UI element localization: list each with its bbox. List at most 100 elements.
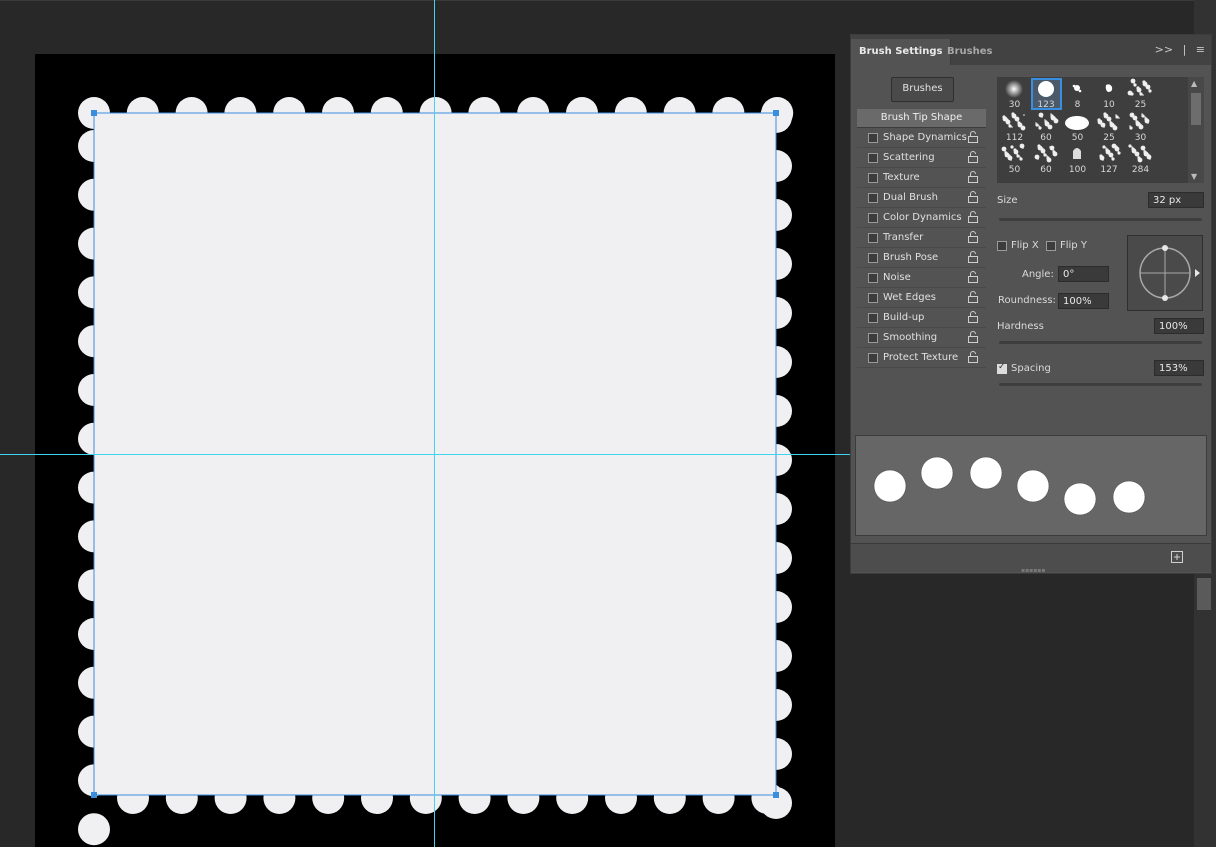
lock-icon[interactable]	[966, 310, 980, 324]
brush-preset-bristle[interactable]: 100	[1062, 143, 1093, 175]
document-canvas[interactable]	[35, 54, 835, 847]
scroll-down-icon[interactable]: ▼	[1191, 172, 1197, 181]
spacing-field[interactable]: 153%	[1154, 360, 1204, 376]
lock-icon[interactable]	[966, 150, 980, 164]
brush-preset-dry[interactable]: 50	[999, 143, 1030, 175]
roundness-field[interactable]: 100%	[1058, 293, 1109, 309]
option-label: Brush Pose	[883, 252, 939, 263]
size-slider-track[interactable]	[999, 218, 1202, 221]
brush-preset-soft[interactable]: 30	[999, 78, 1030, 110]
option-checkbox[interactable]	[868, 173, 878, 183]
option-transfer[interactable]: Transfer	[857, 228, 986, 248]
option-checkbox[interactable]	[868, 153, 878, 163]
option-smoothing[interactable]: Smoothing	[857, 328, 986, 348]
option-protect-texture[interactable]: Protect Texture	[857, 348, 986, 368]
brush-preset-dry[interactable]: 60	[1031, 143, 1062, 175]
vertical-guide[interactable]	[434, 0, 435, 847]
hardness-field[interactable]: 100%	[1154, 318, 1204, 334]
lock-icon[interactable]	[966, 130, 980, 144]
panel-resize-grip[interactable]: ▪▪▪▪▪▪	[1021, 567, 1045, 574]
preset-scrollbar[interactable]: ▲ ▼	[1188, 77, 1204, 183]
option-shape-dynamics[interactable]: Shape Dynamics	[857, 128, 986, 148]
option-build-up[interactable]: Build-up	[857, 308, 986, 328]
brush-tip-icon	[1098, 143, 1121, 161]
flip-x-checkbox[interactable]	[997, 241, 1007, 251]
option-checkbox[interactable]	[868, 293, 878, 303]
lock-icon[interactable]	[966, 290, 980, 304]
option-checkbox[interactable]	[868, 273, 878, 283]
angle-field[interactable]: 0°	[1058, 266, 1109, 282]
option-label: Protect Texture	[883, 352, 959, 363]
brush-preset-speckle[interactable]: 112	[999, 111, 1030, 143]
angle-label: Angle:	[1022, 269, 1054, 280]
collapse-icon[interactable]: >>	[1155, 43, 1173, 56]
brush-preset-fuzzy[interactable]: 30	[1125, 111, 1156, 143]
brush-preset-ellipse[interactable]: 50	[1062, 111, 1093, 143]
brushes-button[interactable]: Brushes	[891, 77, 954, 102]
option-checkbox[interactable]	[868, 193, 878, 203]
option-checkbox[interactable]	[868, 333, 878, 343]
panel-controls: >> | ≡	[1149, 43, 1205, 56]
hardness-slider-track[interactable]	[999, 341, 1202, 344]
option-checkbox[interactable]	[868, 233, 878, 243]
brush-preset-spray[interactable]: 25	[1125, 78, 1156, 110]
lock-icon[interactable]	[966, 230, 980, 244]
brush-preset-hard[interactable]: 123	[1030, 78, 1062, 110]
scrollbar-thumb[interactable]	[1197, 578, 1211, 610]
flip-x-label: Flip X	[1011, 240, 1039, 251]
option-checkbox[interactable]	[868, 353, 878, 363]
lock-icon[interactable]	[966, 270, 980, 284]
lock-icon[interactable]	[966, 250, 980, 264]
option-dual-brush[interactable]: Dual Brush	[857, 188, 986, 208]
option-wet-edges[interactable]: Wet Edges	[857, 288, 986, 308]
lock-icon[interactable]	[966, 210, 980, 224]
option-scattering[interactable]: Scattering	[857, 148, 986, 168]
brush-preset-texture[interactable]: 60	[1031, 111, 1062, 143]
lock-icon[interactable]	[966, 350, 980, 364]
flip-y-checkbox[interactable]	[1046, 241, 1056, 251]
brush-tip-icon	[1127, 78, 1152, 96]
brush-preset-size: 123	[1037, 100, 1055, 110]
lock-icon[interactable]	[966, 330, 980, 344]
brush-preset-splat[interactable]: 8	[1062, 78, 1093, 110]
brush-preset-size: 50	[1008, 165, 1021, 175]
option-brush-pose[interactable]: Brush Pose	[857, 248, 986, 268]
perforation-dot	[78, 813, 110, 846]
brush-preset-size: 30	[1134, 132, 1147, 143]
horizontal-guide[interactable]	[0, 454, 850, 455]
tab-brush-settings[interactable]: Brush Settings	[851, 39, 952, 65]
scroll-up-icon[interactable]: ▲	[1191, 79, 1197, 88]
menu-icon[interactable]: ≡	[1196, 43, 1205, 56]
lock-icon[interactable]	[966, 190, 980, 204]
divider: |	[1182, 43, 1187, 56]
spacing-slider-track[interactable]	[999, 383, 1202, 386]
brush-preset-size: 60	[1040, 165, 1052, 175]
option-label: Scattering	[883, 152, 935, 163]
hardness-label: Hardness	[997, 321, 1044, 332]
flip-y-label: Flip Y	[1060, 240, 1087, 251]
preset-scroll-thumb[interactable]	[1191, 93, 1201, 125]
option-noise[interactable]: Noise	[857, 268, 986, 288]
option-checkbox[interactable]	[868, 213, 878, 223]
option-checkbox[interactable]	[868, 253, 878, 263]
option-checkbox[interactable]	[868, 313, 878, 323]
size-field[interactable]: 32 px	[1148, 192, 1204, 208]
angle-roundness-widget[interactable]	[1127, 235, 1203, 311]
brush-tip-icon	[1034, 112, 1058, 130]
brush-stroke-preview	[855, 435, 1207, 536]
option-label: Shape Dynamics	[883, 132, 967, 143]
brush-preset-blob[interactable]: 10	[1094, 78, 1125, 110]
new-preset-icon[interactable]	[1171, 551, 1183, 563]
option-checkbox[interactable]	[868, 133, 878, 143]
brush-preset-chalk[interactable]: 25	[1094, 111, 1125, 143]
brush-preset-scatter[interactable]: 284	[1125, 143, 1156, 175]
spacing-checkbox[interactable]	[997, 362, 1007, 374]
tab-brushes[interactable]: Brushes	[939, 39, 1000, 65]
option-color-dynamics[interactable]: Color Dynamics	[857, 208, 986, 228]
lock-icon[interactable]	[966, 170, 980, 184]
brush-preset-dry[interactable]: 127	[1094, 143, 1125, 175]
workspace-top-border	[0, 0, 1195, 1]
brush-preset-grid: 30 123 8 10 25 112 60 50 25 30 50 60 100 127 284	[997, 77, 1189, 183]
option-texture[interactable]: Texture	[857, 168, 986, 188]
option-brush-tip-shape[interactable]: Brush Tip Shape	[857, 109, 986, 128]
